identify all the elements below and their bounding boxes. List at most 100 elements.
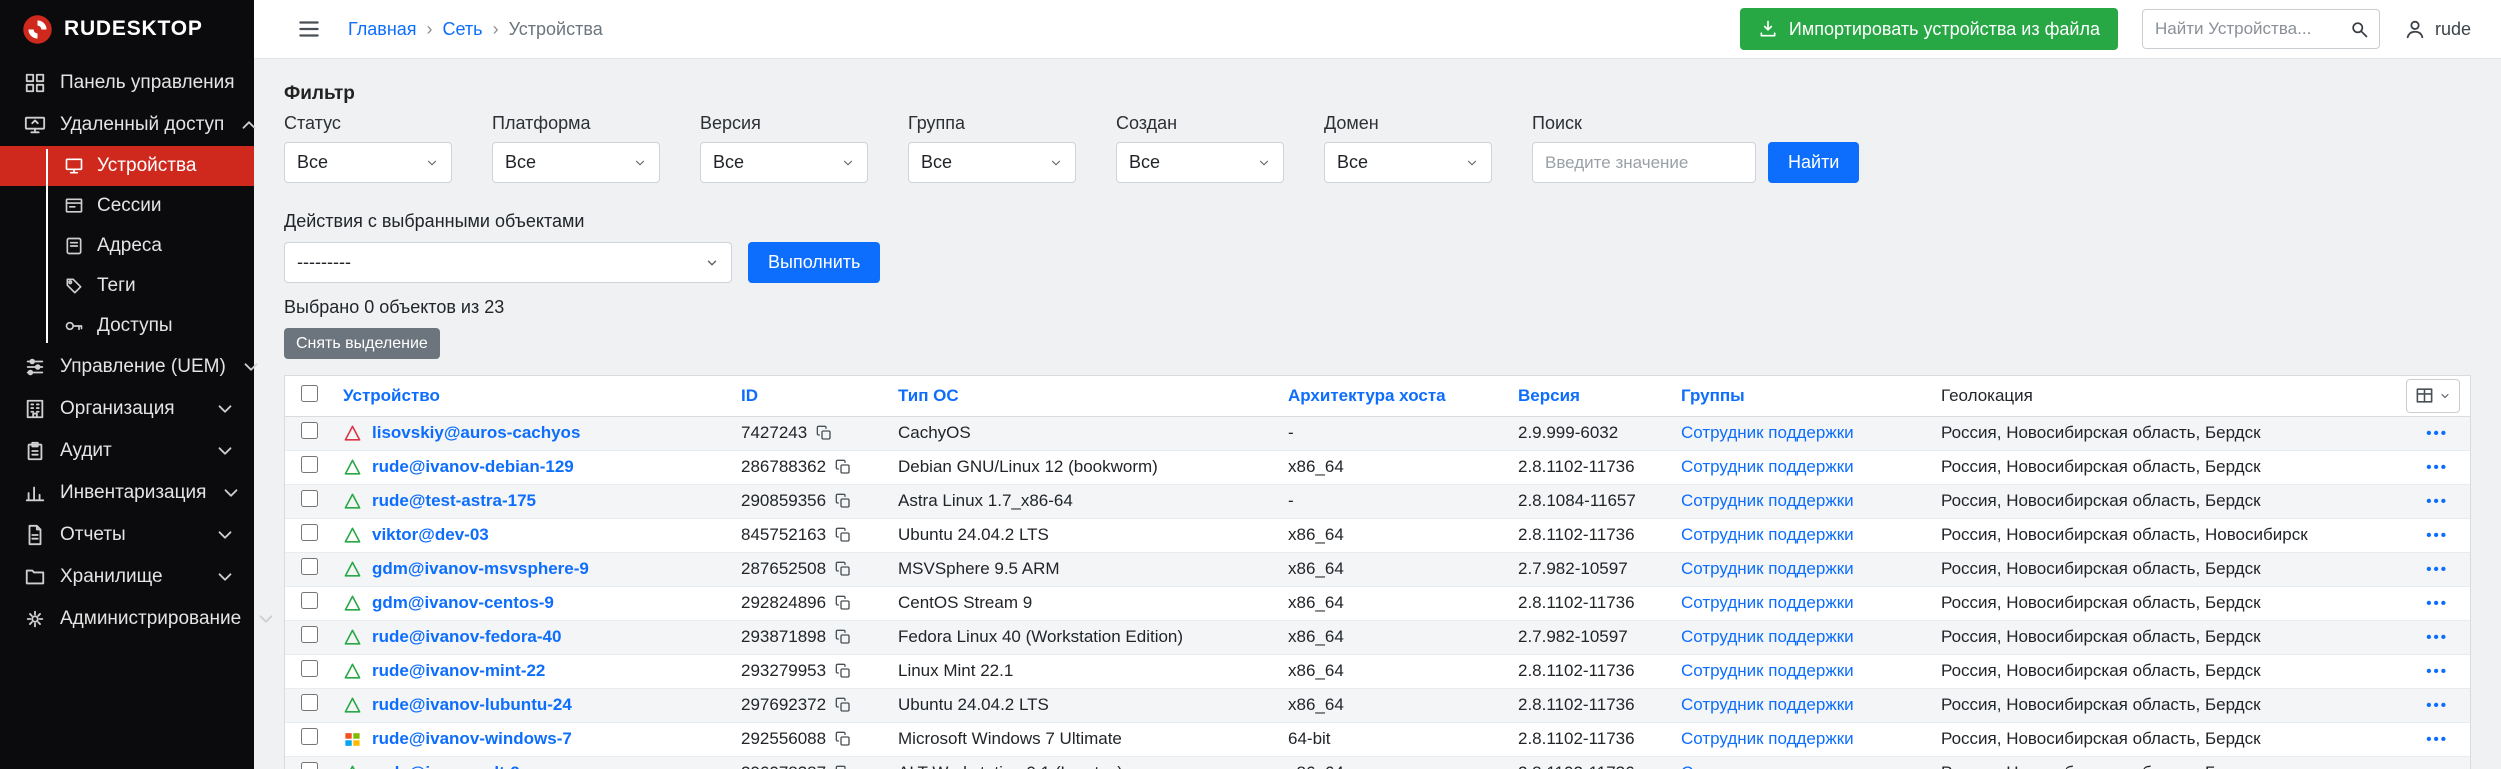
copy-id-icon[interactable] [835, 527, 851, 543]
copy-id-icon[interactable] [835, 697, 851, 713]
column-settings-button[interactable] [2406, 379, 2460, 413]
copy-id-icon[interactable] [835, 731, 851, 747]
row-checkbox[interactable] [301, 762, 318, 769]
row-checkbox[interactable] [301, 490, 318, 507]
clear-selection-button[interactable]: Снять выделение [284, 328, 440, 359]
copy-id-icon[interactable] [835, 595, 851, 611]
global-search-input[interactable] [2142, 9, 2380, 49]
sidebar-item-uem[interactable]: Управление (UEM) [0, 346, 254, 388]
column-header[interactable]: ID [741, 386, 758, 405]
breadcrumb-item[interactable]: Сеть [443, 19, 483, 40]
sidebar-item-access[interactable]: Доступы [0, 306, 254, 346]
row-actions-button[interactable]: ••• [2426, 493, 2448, 510]
copy-id-icon[interactable] [835, 493, 851, 509]
copy-id-icon[interactable] [835, 459, 851, 475]
row-checkbox[interactable] [301, 422, 318, 439]
row-actions-button[interactable]: ••• [2426, 731, 2448, 748]
row-checkbox[interactable] [301, 456, 318, 473]
group-link[interactable]: Сотрудник поддержки [1681, 457, 1854, 476]
device-link[interactable]: rude@test-astra-175 [372, 491, 536, 511]
device-link[interactable]: rude@ivanov-lubuntu-24 [372, 695, 572, 715]
filter-submit-button[interactable]: Найти [1768, 142, 1859, 183]
search-icon[interactable] [2349, 19, 2369, 39]
row-actions-button[interactable]: ••• [2426, 629, 2448, 646]
row-checkbox[interactable] [301, 524, 318, 541]
row-actions-button[interactable]: ••• [2426, 527, 2448, 544]
group-link[interactable]: Сотрудник поддержки [1681, 661, 1854, 680]
group-link[interactable]: Сотрудник поддержки [1681, 491, 1854, 510]
device-link[interactable]: gdm@ivanov-msvsphere-9 [372, 559, 589, 579]
logo[interactable]: RUDESKTOP [0, 0, 254, 58]
copy-id-icon[interactable] [835, 561, 851, 577]
device-link[interactable]: rude@ivanov-debian-129 [372, 457, 574, 477]
filter-select-1[interactable]: Все [492, 142, 660, 183]
host-architecture: x86_64 [1278, 586, 1508, 620]
copy-id-icon[interactable] [835, 765, 851, 769]
column-header[interactable]: Группы [1681, 386, 1745, 405]
sidebar-item-tags[interactable]: Теги [0, 266, 254, 306]
copy-id-icon[interactable] [816, 425, 832, 441]
filter-select-3[interactable]: Все [908, 142, 1076, 183]
breadcrumb-item[interactable]: Главная [348, 19, 417, 40]
sidebar-item-devices[interactable]: Устройства [0, 146, 254, 186]
sidebar-item-audit[interactable]: Аудит [0, 430, 254, 472]
device-link[interactable]: lisovskiy@auros-cachyos [372, 423, 580, 443]
column-header[interactable]: Версия [1518, 386, 1580, 405]
column-header[interactable]: Архитектура хоста [1288, 386, 1446, 405]
sidebar-item-addresses[interactable]: Адреса [0, 226, 254, 266]
device-link[interactable]: rude@ivanov-fedora-40 [372, 627, 561, 647]
row-checkbox[interactable] [301, 728, 318, 745]
execute-button[interactable]: Выполнить [748, 242, 880, 283]
import-devices-button[interactable]: Импортировать устройства из файла [1740, 8, 2118, 50]
group-link[interactable]: Сотрудник поддержки [1681, 593, 1854, 612]
select-all-checkbox[interactable] [301, 385, 318, 402]
sidebar-item-reports[interactable]: Отчеты [0, 514, 254, 556]
device-link[interactable]: rude@ivanov-alt-9 [372, 763, 520, 769]
filter-select-0[interactable]: Все [284, 142, 452, 183]
sidebar-item-storage[interactable]: Хранилище [0, 556, 254, 598]
sidebar-item-admin[interactable]: Администрирование [0, 598, 254, 640]
linux-icon [343, 424, 362, 443]
device-link[interactable]: rude@ivanov-windows-7 [372, 729, 572, 749]
row-actions-button[interactable]: ••• [2426, 561, 2448, 578]
row-checkbox[interactable] [301, 592, 318, 609]
group-link[interactable]: Сотрудник поддержки [1681, 627, 1854, 646]
agent-version: 2.9.999-6032 [1508, 416, 1671, 450]
user-menu[interactable]: rude [2404, 18, 2471, 40]
device-link[interactable]: rude@ivanov-mint-22 [372, 661, 545, 681]
geolocation: Россия, Новосибирская область, Бердск [1931, 688, 2386, 722]
group-link[interactable]: Сотрудник поддержки [1681, 695, 1854, 714]
filter-search-input[interactable] [1532, 142, 1756, 183]
group-link[interactable]: Сотрудник поддержки [1681, 763, 1854, 769]
sidebar-item-inventory[interactable]: Инвентаризация [0, 472, 254, 514]
bulk-action-select[interactable]: --------- [284, 242, 732, 283]
row-checkbox[interactable] [301, 558, 318, 575]
column-header[interactable]: Тип ОС [898, 386, 959, 405]
row-actions-button[interactable]: ••• [2426, 595, 2448, 612]
sidebar-item-dashboard[interactable]: Панель управления [0, 62, 254, 104]
copy-id-icon[interactable] [835, 663, 851, 679]
group-link[interactable]: Сотрудник поддержки [1681, 423, 1854, 442]
sidebar-item-remote-access[interactable]: Удаленный доступ [0, 104, 254, 146]
filter-select-5[interactable]: Все [1324, 142, 1492, 183]
row-checkbox[interactable] [301, 694, 318, 711]
group-link[interactable]: Сотрудник поддержки [1681, 525, 1854, 544]
sidebar-item-organization[interactable]: Организация [0, 388, 254, 430]
group-link[interactable]: Сотрудник поддержки [1681, 729, 1854, 748]
row-actions-button[interactable]: ••• [2426, 697, 2448, 714]
column-header[interactable]: Устройство [343, 386, 440, 405]
copy-id-icon[interactable] [835, 629, 851, 645]
filter-select-4[interactable]: Все [1116, 142, 1284, 183]
row-actions-button[interactable]: ••• [2426, 663, 2448, 680]
filter-select-2[interactable]: Все [700, 142, 868, 183]
row-actions-button[interactable]: ••• [2426, 425, 2448, 442]
row-actions-button[interactable]: ••• [2426, 459, 2448, 476]
row-checkbox[interactable] [301, 660, 318, 677]
row-actions-button[interactable]: ••• [2426, 765, 2448, 769]
row-checkbox[interactable] [301, 626, 318, 643]
device-link[interactable]: gdm@ivanov-centos-9 [372, 593, 554, 613]
sidebar-item-sessions[interactable]: Сессии [0, 186, 254, 226]
device-link[interactable]: viktor@dev-03 [372, 525, 489, 545]
menu-toggle-icon[interactable] [296, 16, 322, 42]
group-link[interactable]: Сотрудник поддержки [1681, 559, 1854, 578]
